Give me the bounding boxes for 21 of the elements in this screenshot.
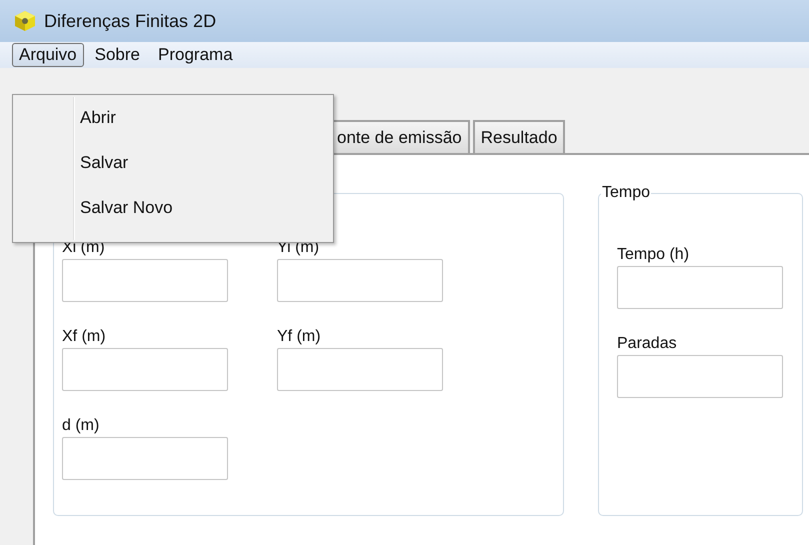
window-title: Diferenças Finitas 2D <box>44 10 216 32</box>
menu-item[interactable]: Arquivo <box>12 43 84 67</box>
field-label: Tempo (h) <box>617 246 690 265</box>
input-field[interactable] <box>62 259 228 302</box>
input-field[interactable] <box>277 259 443 302</box>
tab[interactable]: Resultado <box>472 120 566 153</box>
field-label: Paradas <box>617 335 678 354</box>
group-title: Tempo <box>601 184 652 202</box>
field-label: Xf (m) <box>62 328 107 347</box>
field-label: d (m) <box>62 417 100 436</box>
input-field[interactable] <box>617 355 783 398</box>
cube-icon <box>14 10 36 32</box>
input-field[interactable] <box>617 266 783 309</box>
menu-item[interactable]: Sobre <box>88 43 148 67</box>
field-label: Yf (m) <box>277 328 322 347</box>
menu-item[interactable]: Salvar Novo <box>13 197 333 242</box>
input-field[interactable] <box>62 437 228 480</box>
input-field[interactable] <box>62 348 228 391</box>
input-field[interactable] <box>277 348 443 391</box>
menu-item[interactable]: Programa <box>151 43 240 67</box>
menu-item[interactable]: Salvar <box>13 152 333 197</box>
